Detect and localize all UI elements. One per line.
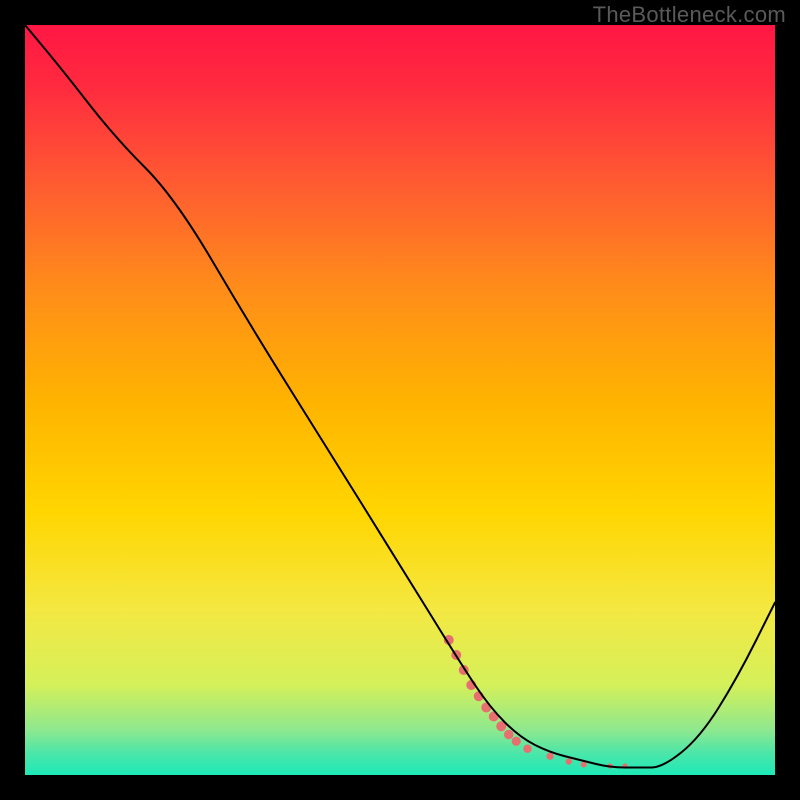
marker-dot bbox=[512, 737, 521, 746]
marker-dot bbox=[523, 745, 531, 753]
marker-dot bbox=[504, 730, 514, 740]
watermark-text: TheBottleneck.com bbox=[593, 2, 786, 28]
marker-dot bbox=[566, 758, 572, 764]
chart-container: TheBottleneck.com bbox=[0, 0, 800, 800]
gradient-background bbox=[25, 25, 775, 775]
marker-dot bbox=[546, 753, 553, 760]
chart-svg bbox=[25, 25, 775, 775]
plot-area bbox=[25, 25, 775, 775]
